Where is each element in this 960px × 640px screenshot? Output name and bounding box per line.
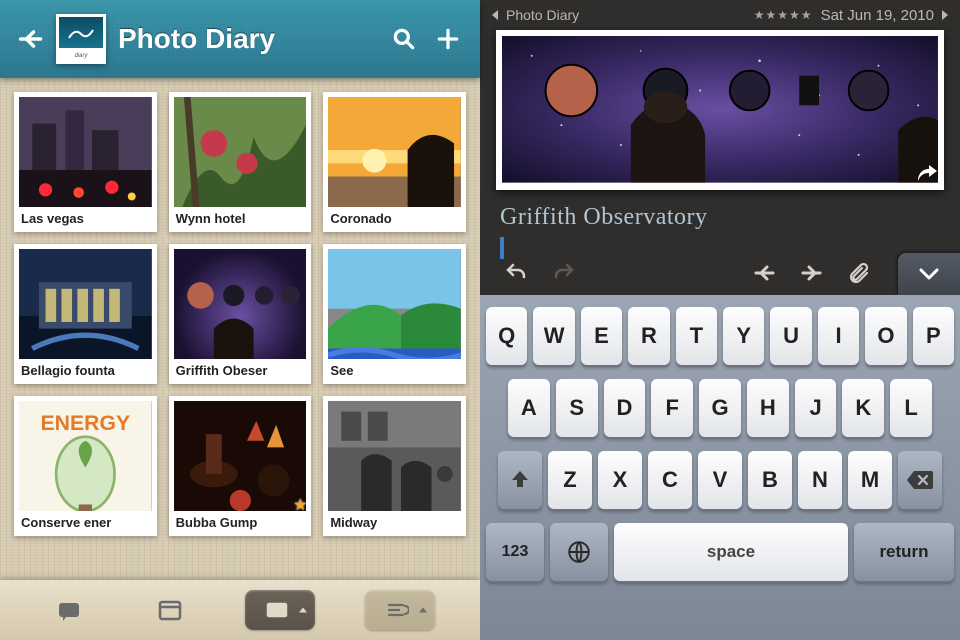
key-t[interactable]: T xyxy=(676,307,717,365)
thumbnail-label: Bellagio founta xyxy=(19,359,152,380)
editor-content: Photo Diary ★★★★★ Sat Jun 19, 2010 xyxy=(480,0,960,295)
back-button[interactable] xyxy=(10,19,50,59)
thumbnail-image xyxy=(174,249,307,359)
thumbnail-image xyxy=(174,97,307,207)
notes-view-button[interactable] xyxy=(45,590,95,630)
key-s[interactable]: S xyxy=(556,379,598,437)
thumbnail-label: Griffith Obeser xyxy=(174,359,307,380)
mode-key[interactable]: 123 xyxy=(486,523,544,581)
grid-view-button[interactable] xyxy=(245,590,315,630)
key-w[interactable]: W xyxy=(533,307,574,365)
key-p[interactable]: P xyxy=(913,307,954,365)
gallery-item[interactable]: Bellagio founta xyxy=(14,244,157,384)
return-key[interactable]: return xyxy=(854,523,954,581)
key-d[interactable]: D xyxy=(604,379,646,437)
rating-stars[interactable]: ★★★★★ xyxy=(754,8,813,22)
search-button[interactable] xyxy=(382,17,426,61)
entry-photo xyxy=(502,36,938,184)
gallery-item[interactable]: Wynn hotel xyxy=(169,92,312,232)
calendar-view-button[interactable] xyxy=(145,590,195,630)
thumbnail-label: See xyxy=(328,359,461,380)
entry-photo-frame[interactable] xyxy=(496,30,944,190)
thumbnail-label: Coronado xyxy=(328,207,461,228)
thumbnail-image: ENERGY xyxy=(19,401,152,511)
space-key[interactable]: space xyxy=(614,523,848,581)
key-x[interactable]: X xyxy=(598,451,642,509)
collapse-keyboard-button[interactable] xyxy=(898,253,960,295)
undo-button[interactable] xyxy=(492,251,540,295)
thumbnail-image xyxy=(174,401,307,511)
key-k[interactable]: K xyxy=(842,379,884,437)
key-f[interactable]: F xyxy=(651,379,693,437)
thumbnail-label: Conserve ener xyxy=(19,511,152,532)
key-n[interactable]: N xyxy=(798,451,842,509)
key-v[interactable]: V xyxy=(698,451,742,509)
attach-button[interactable] xyxy=(836,251,884,295)
prev-entry-button[interactable] xyxy=(492,10,498,20)
entry-title: Griffith Observatory xyxy=(480,190,960,233)
key-i[interactable]: I xyxy=(818,307,859,365)
key-q[interactable]: Q xyxy=(486,307,527,365)
gallery-item[interactable]: Coronado xyxy=(323,92,466,232)
globe-key[interactable] xyxy=(550,523,608,581)
key-j[interactable]: J xyxy=(795,379,837,437)
gallery-item[interactable]: ENERGY Conserve ener xyxy=(14,396,157,536)
ios-keyboard: QWERTYUIOP ASDFGHJKL ZXCVBNM 123 space r… xyxy=(480,295,960,640)
entry-date[interactable]: Sat Jun 19, 2010 xyxy=(821,7,934,24)
gallery-scroll[interactable]: Las vegas Wynn hotel Coronado Bellagio foun… xyxy=(0,78,480,580)
key-b[interactable]: B xyxy=(748,451,792,509)
breadcrumb[interactable]: Photo Diary xyxy=(506,7,579,23)
gallery-header: diary Photo Diary xyxy=(0,0,480,78)
gallery-item[interactable]: Las vegas xyxy=(14,92,157,232)
key-z[interactable]: Z xyxy=(548,451,592,509)
key-l[interactable]: L xyxy=(890,379,932,437)
cursor-right-button[interactable] xyxy=(788,251,836,295)
key-h[interactable]: H xyxy=(747,379,789,437)
key-m[interactable]: M xyxy=(848,451,892,509)
key-y[interactable]: Y xyxy=(723,307,764,365)
thumbnail-image xyxy=(328,249,461,359)
key-o[interactable]: O xyxy=(865,307,906,365)
entry-meta-bar: Photo Diary ★★★★★ Sat Jun 19, 2010 xyxy=(480,0,960,30)
cursor-left-button[interactable] xyxy=(740,251,788,295)
gallery-screen: diary Photo Diary Las vegas Wynn hotel Cor… xyxy=(0,0,480,640)
svg-text:ENERGY: ENERGY xyxy=(41,412,131,435)
thumbnail-label: Las vegas xyxy=(19,207,152,228)
key-u[interactable]: U xyxy=(770,307,811,365)
gallery-item[interactable]: See xyxy=(323,244,466,384)
share-icon[interactable] xyxy=(914,160,940,186)
star-icon: ★ xyxy=(291,496,309,514)
gallery-item[interactable]: Midway xyxy=(323,396,466,536)
app-logo: diary xyxy=(56,14,106,64)
key-e[interactable]: E xyxy=(581,307,622,365)
backspace-key[interactable] xyxy=(898,451,942,509)
gallery-item[interactable]: ★Bubba Gump xyxy=(169,396,312,536)
gallery-title: Photo Diary xyxy=(112,23,382,55)
key-g[interactable]: G xyxy=(699,379,741,437)
sort-button[interactable] xyxy=(365,590,435,630)
thumbnail-label: Midway xyxy=(328,511,461,532)
gallery-item[interactable]: Griffith Obeser xyxy=(169,244,312,384)
editor-toolbar xyxy=(480,251,960,295)
key-r[interactable]: R xyxy=(628,307,669,365)
thumbnail-image xyxy=(19,249,152,359)
thumbnail-image xyxy=(328,401,461,511)
thumbnail-image xyxy=(19,97,152,207)
add-button[interactable] xyxy=(426,17,470,61)
shift-key[interactable] xyxy=(498,451,542,509)
redo-button[interactable] xyxy=(540,251,588,295)
key-a[interactable]: A xyxy=(508,379,550,437)
editor-screen: Photo Diary ★★★★★ Sat Jun 19, 2010 xyxy=(480,0,960,640)
next-entry-button[interactable] xyxy=(942,10,948,20)
key-c[interactable]: C xyxy=(648,451,692,509)
thumbnail-image xyxy=(328,97,461,207)
thumbnail-label: Wynn hotel xyxy=(174,207,307,228)
thumbnail-label: Bubba Gump xyxy=(174,511,307,532)
gallery-toolbar xyxy=(0,580,480,640)
